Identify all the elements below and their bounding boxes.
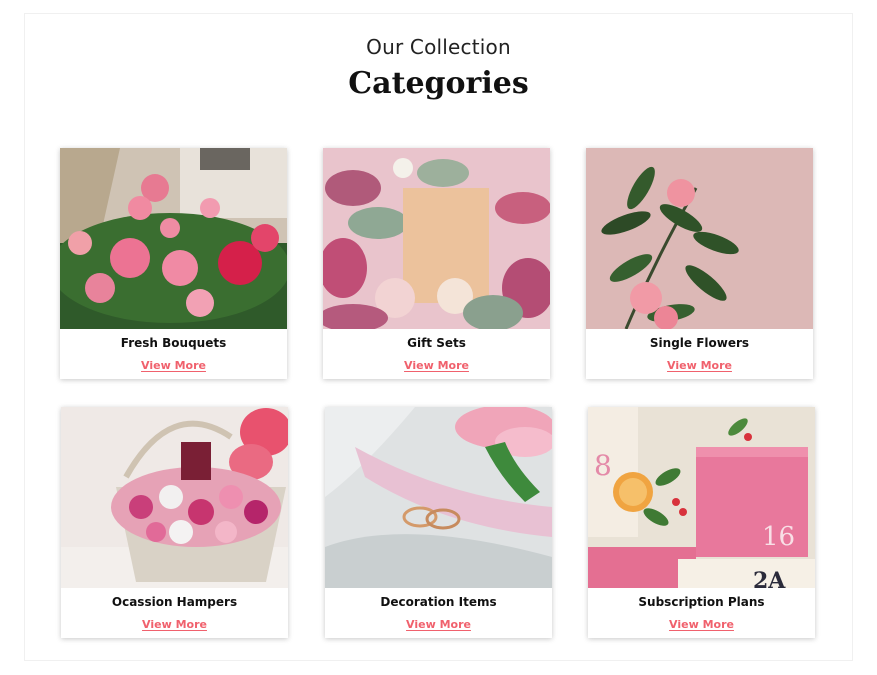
view-more-link[interactable]: View More [325, 618, 552, 631]
svg-text:2A: 2A [753, 568, 786, 588]
category-card-subscription-plans[interactable]: 16 8 2A Subscription Plans View More [588, 407, 815, 638]
section-kicker: Our Collection [366, 35, 511, 59]
section-title: Categories [348, 66, 529, 101]
category-name: Gift Sets [407, 336, 466, 350]
gift-sets-image[interactable] [323, 148, 550, 329]
ocassion-hampers-image[interactable] [61, 407, 288, 588]
fresh-bouquets-image[interactable] [60, 148, 287, 329]
category-name: Single Flowers [649, 336, 750, 350]
subscription-plans-image[interactable]: 16 8 2A [588, 407, 815, 588]
numeral-8: 8 [594, 449, 612, 482]
view-more-link[interactable]: View More [323, 359, 550, 372]
view-more-link[interactable]: View More [60, 359, 287, 372]
view-more-link[interactable]: View More [586, 359, 813, 372]
view-more-link[interactable]: View More [61, 618, 288, 631]
category-name: Subscription Plans [638, 595, 765, 609]
view-more-link[interactable]: View More [588, 618, 815, 631]
category-name: Decoration Items [380, 595, 497, 609]
category-card-single-flowers[interactable]: Single Flowers View More [586, 148, 813, 379]
single-flowers-image[interactable] [586, 148, 813, 329]
numeral-16: 16 [762, 522, 795, 552]
category-card-ocassion-hampers[interactable]: Ocassion Hampers View More [61, 407, 288, 638]
decoration-items-image[interactable] [325, 407, 552, 588]
category-card-gift-sets[interactable]: Gift Sets View More [323, 148, 550, 379]
category-card-decoration-items[interactable]: Decoration Items View More [325, 407, 552, 638]
category-name: Ocassion Hampers [111, 595, 238, 609]
category-name: Fresh Bouquets [120, 336, 227, 350]
category-card-fresh-bouquets[interactable]: Fresh Bouquets View More [60, 148, 287, 379]
